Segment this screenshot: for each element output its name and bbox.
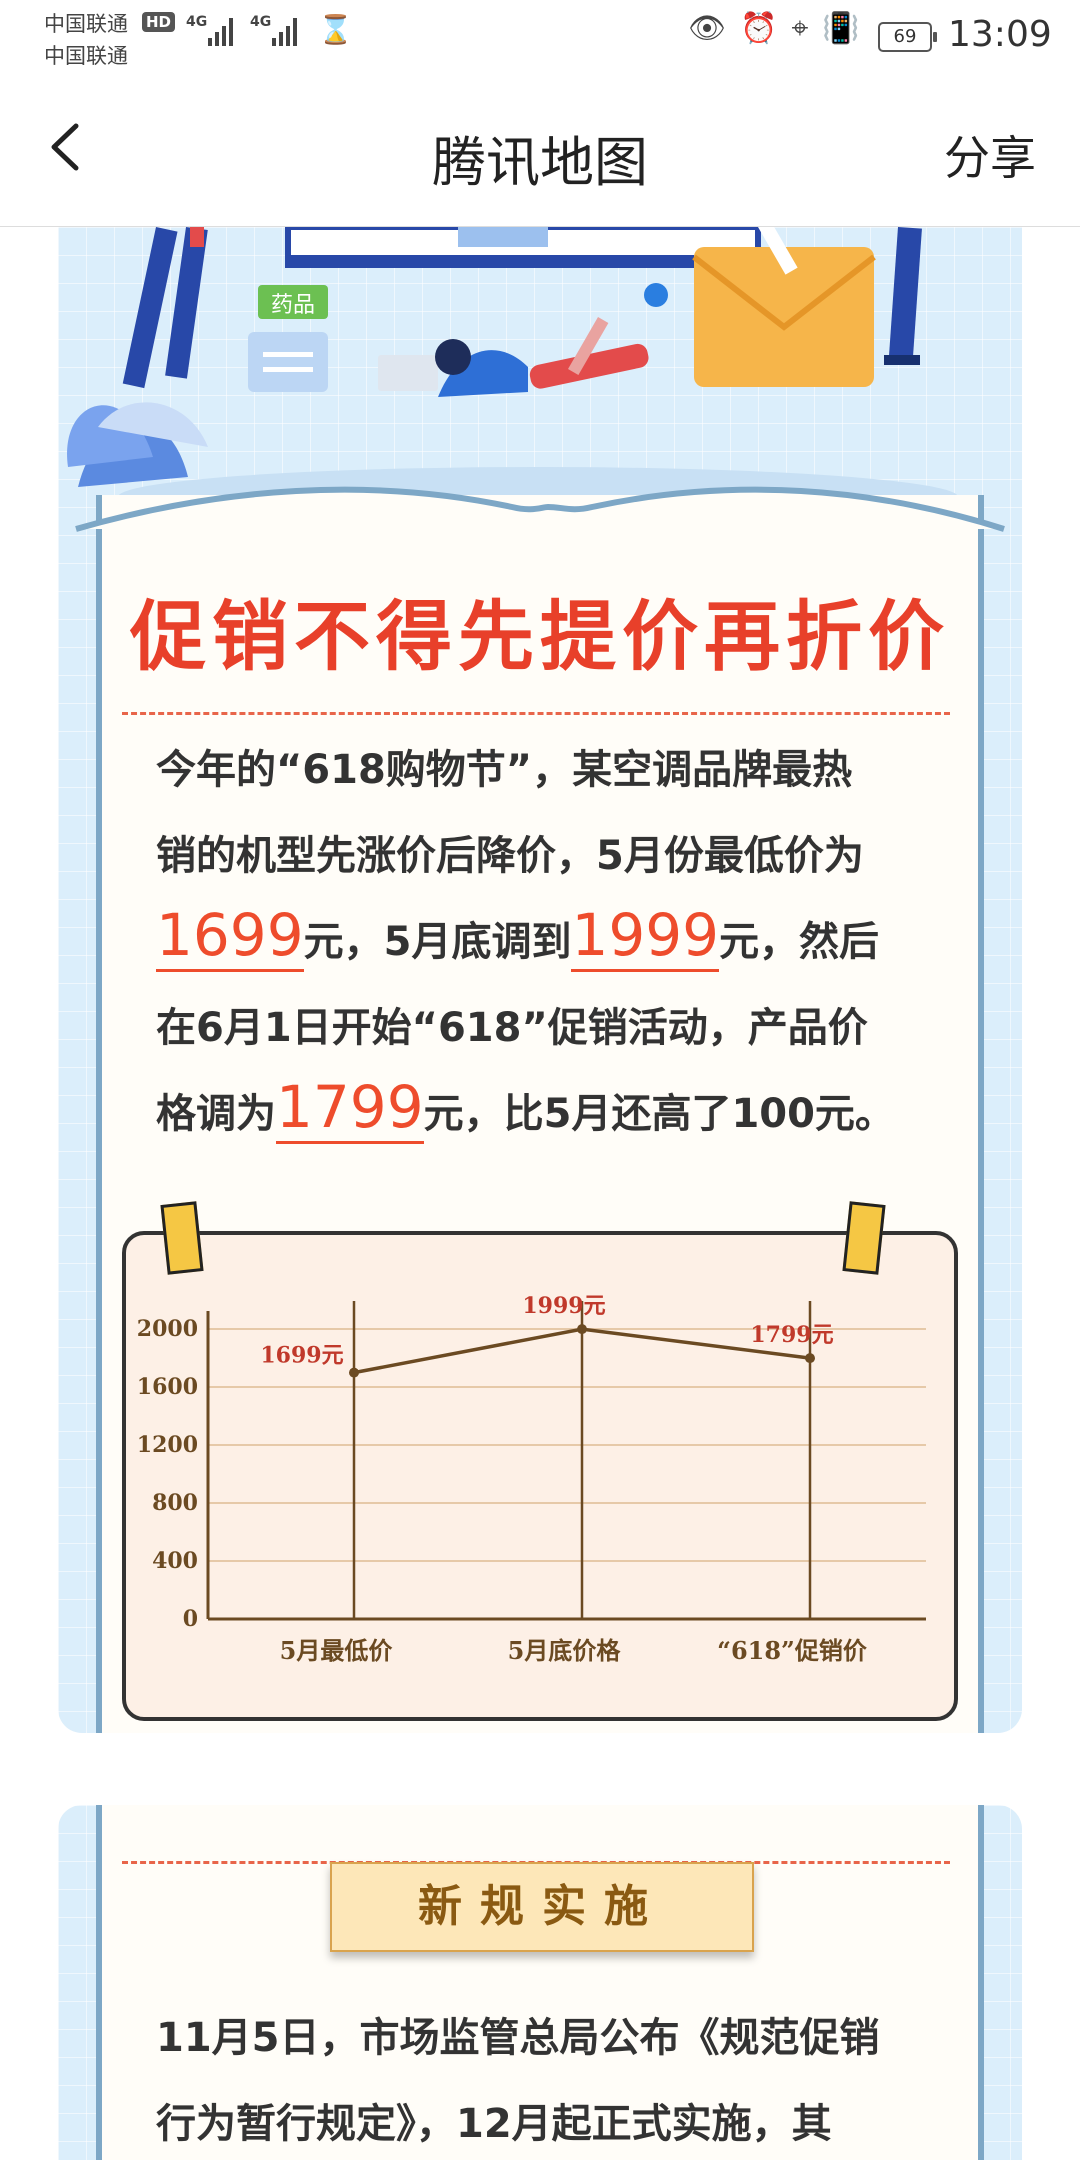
data-point bbox=[349, 1367, 359, 1378]
share-button[interactable]: 分享 bbox=[944, 122, 1036, 188]
vibrate-icon: 📳 bbox=[822, 11, 860, 46]
paper-clip-left bbox=[160, 1201, 204, 1275]
drug-tag-text: 药品 bbox=[271, 293, 315, 318]
network-type-1: 4G bbox=[186, 14, 208, 30]
para1-unit2: 元，然后 bbox=[719, 919, 880, 965]
price-may-low: 1699 bbox=[156, 901, 304, 972]
para1-line5b: 元，比5月还高了100元。 bbox=[423, 1091, 895, 1137]
clock: 13:09 bbox=[948, 14, 1052, 55]
para1-unit1: 元，5月底调到 bbox=[303, 919, 572, 965]
headline: 促销不得先提价再折价 bbox=[130, 592, 950, 681]
y-tick-label: 2000 bbox=[137, 1316, 198, 1342]
carrier-name-1: 中国联通 bbox=[44, 12, 128, 36]
article-paragraph-2: 11月5日，市场监管总局公布《规范促销 行为暂行规定》，12月起正式实施，其 bbox=[156, 1995, 936, 2160]
signal-icon-2 bbox=[272, 18, 297, 46]
y-tick-label: 1200 bbox=[137, 1432, 198, 1458]
data-label: 1999元 bbox=[522, 1293, 605, 1319]
hourglass-icon: ⌛ bbox=[318, 13, 353, 46]
battery-icon: 69 bbox=[878, 22, 937, 52]
headline-divider bbox=[122, 712, 950, 715]
status-icons: 👁 ⏰ ⌖ 📳 bbox=[688, 14, 860, 44]
data-label: 1799元 bbox=[750, 1322, 833, 1348]
para1-line5: 格调为1799元，比5月还高了100元。 bbox=[156, 1071, 936, 1157]
price-line-chart: 0 400 800 1200 1600 2000 5月最低价 5月底价格 “618”促销价 169… bbox=[137, 1293, 926, 1665]
price-chart-card: 0 400 800 1200 1600 2000 5月最低价 5月底价格 “618”促销价 169… bbox=[122, 1231, 958, 1721]
signal-icon-1 bbox=[208, 18, 233, 46]
y-tick-label: 400 bbox=[152, 1548, 198, 1574]
para1-line4: 在6月1日开始“618”促销活动，产品价 bbox=[156, 1005, 868, 1051]
price-618: 1799 bbox=[276, 1073, 424, 1144]
carrier-name-2: 中国联通 bbox=[44, 44, 128, 68]
data-label: 1699元 bbox=[260, 1343, 343, 1369]
x-tick-label: 5月底价格 bbox=[508, 1636, 622, 1665]
paper-top-edge bbox=[75, 486, 1005, 532]
y-tick-label: 800 bbox=[152, 1490, 198, 1516]
article-content[interactable]: 药品 促销不得先提价再折价 今年的“618购物节”，某空调品牌最热 销的机型先涨… bbox=[0, 227, 1080, 2160]
data-point bbox=[577, 1324, 587, 1335]
location-icon: ⌖ bbox=[791, 11, 809, 46]
para2-line1: 11月5日，市场监管总局公布《规范促销 bbox=[156, 2015, 880, 2061]
y-tick-label: 1600 bbox=[137, 1374, 198, 1400]
eye-icon: 👁 bbox=[688, 11, 727, 46]
hd-badge: HD bbox=[142, 12, 176, 32]
para1-line5a: 格调为 bbox=[156, 1091, 276, 1137]
network-type-2: 4G bbox=[250, 14, 272, 30]
price-may-end: 1999 bbox=[571, 901, 720, 972]
status-bar: 中国联通 中国联通 HD 4G 4G ⌛ 👁 ⏰ ⌖ 📳 69 13:09 bbox=[0, 0, 1080, 72]
y-tick-label: 0 bbox=[183, 1606, 198, 1632]
article-paragraph-1: 今年的“618购物节”，某空调品牌最热 销的机型先涨价后降价，5月份最低价为 1… bbox=[156, 727, 936, 1157]
data-point bbox=[805, 1353, 815, 1364]
paper-clip-right bbox=[842, 1201, 886, 1275]
para1-line1: 今年的“618购物节”，某空调品牌最热 bbox=[156, 747, 853, 793]
x-tick-label: 5月最低价 bbox=[280, 1636, 394, 1665]
para1-line2: 销的机型先涨价后降价，5月份最低价为 bbox=[156, 833, 864, 879]
navigation-bar: 腾讯地图 分享 bbox=[0, 72, 1080, 227]
page-title: 腾讯地图 bbox=[432, 131, 648, 194]
para2-line2: 行为暂行规定》，12月起正式实施，其 bbox=[156, 2101, 832, 2147]
section2-title: 新规实施 bbox=[330, 1862, 754, 1952]
alarm-icon: ⏰ bbox=[740, 11, 778, 46]
para1-line3: 1699元，5月底调到1999元，然后 bbox=[156, 899, 936, 985]
x-tick-label: “618”促销价 bbox=[717, 1636, 868, 1665]
